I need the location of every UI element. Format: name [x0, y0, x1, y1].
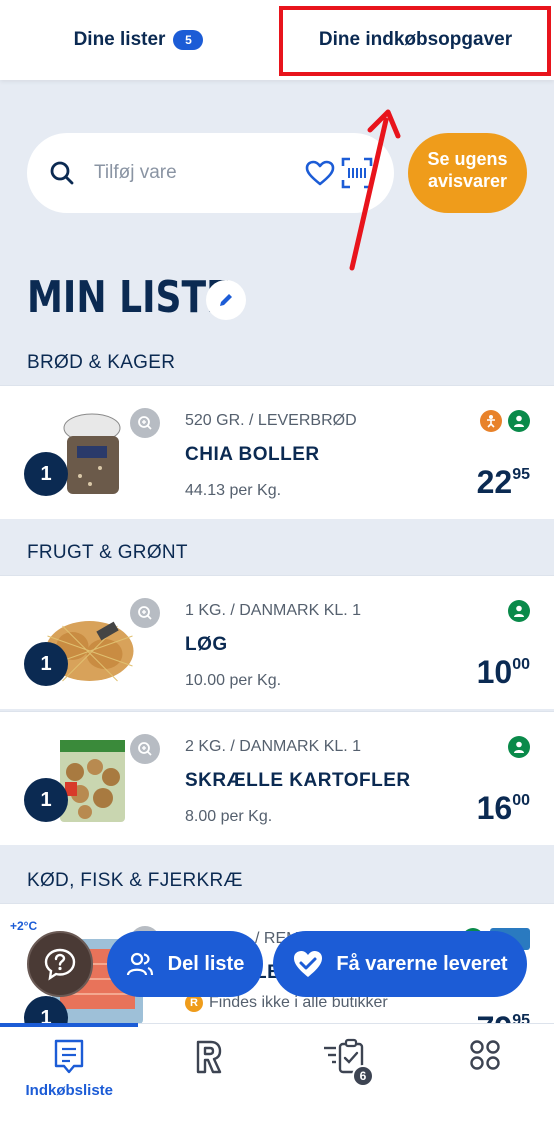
people-icon [126, 952, 153, 976]
zoom-in-icon [138, 416, 152, 430]
person-icon [508, 410, 530, 432]
zoom-in-icon [138, 606, 152, 620]
highlight-annotation-box [279, 6, 551, 76]
product-subtitle: 2 KG. / DANMARK KL. 1 [185, 738, 362, 755]
product-badges [480, 410, 530, 432]
list-item[interactable]: 1 2 KG. / DANMARK KL. 1 SKRÆLLE KARTOFLE… [0, 711, 554, 845]
zoom-button[interactable] [130, 408, 160, 438]
rema-logo-icon [196, 1040, 221, 1074]
price-main: 16 [476, 790, 513, 826]
product-unit-price: 8.00 per Kg. [185, 808, 273, 825]
help-button[interactable] [27, 931, 93, 997]
price-main: 10 [476, 654, 513, 690]
price-cents: 00 [512, 656, 530, 673]
bottom-navigation: Indkøbsliste 6 [0, 1023, 554, 1130]
person-icon [508, 736, 530, 758]
quantity-badge[interactable]: 1 [24, 778, 68, 822]
price-cents: 95 [512, 466, 530, 483]
nav-shopping-tasks[interactable] [277, 1024, 416, 1130]
zoom-button[interactable] [130, 734, 160, 764]
product-badges [508, 600, 530, 622]
product-name: SKRÆLLE KARTOFLER [185, 770, 411, 791]
quantity-badge[interactable]: 1 [24, 642, 68, 686]
page-title: MIN LISTE [27, 272, 231, 323]
edit-list-button[interactable] [206, 280, 246, 320]
category-header: BRØD & KAGER [27, 352, 176, 373]
heart-check-icon [294, 951, 323, 977]
product-unit-price: 10.00 per Kg. [185, 672, 282, 689]
search-placeholder: Tilføj vare [94, 162, 177, 183]
product-badges [508, 736, 530, 758]
product-unit-price: 44.13 per Kg. [185, 482, 282, 499]
nav-rema[interactable] [139, 1024, 278, 1130]
share-list-button[interactable]: Del liste [107, 931, 263, 997]
nav-more[interactable] [416, 1024, 554, 1130]
category-header: KØD, FISK & FJERKRÆ [27, 870, 243, 891]
arrow-annotation-icon [349, 109, 401, 271]
nav-shopping-list[interactable]: Indkøbsliste [0, 1024, 139, 1130]
pencil-icon [220, 294, 232, 306]
price-cents: 00 [512, 792, 530, 809]
product-price: 2295 [477, 466, 530, 498]
shopping-list-icon [55, 1039, 84, 1074]
weekly-offers-line2: avisvarer [427, 171, 508, 191]
product-subtitle: 1 KG. / DANMARK KL. 1 [185, 602, 362, 619]
weekly-offers-line1: Se ugens [427, 149, 508, 169]
zoom-in-icon [138, 742, 152, 756]
product-subtitle: 520 GR. / LEVERBRØD [185, 412, 357, 429]
quantity-badge[interactable]: 1 [24, 452, 68, 496]
zoom-button[interactable] [130, 598, 160, 628]
weekly-offers-button[interactable]: Se ugens avisvarer [408, 133, 527, 213]
product-price: 1000 [477, 656, 530, 688]
temperature-label: +2°C [10, 919, 38, 933]
search-input[interactable]: Tilføj vare [27, 133, 394, 213]
product-name: LØG [185, 634, 228, 655]
help-chat-icon [44, 948, 76, 981]
search-icon [50, 161, 74, 185]
person-icon [508, 600, 530, 622]
nav-shopping-list-label: Indkøbsliste [25, 1082, 114, 1099]
list-item[interactable]: 1 520 GR. / LEVERBRØD CHIA BOLLER 44.13 … [0, 385, 554, 519]
category-header: FRUGT & GRØNT [27, 542, 188, 563]
kid-icon [480, 410, 502, 432]
product-price: 1600 [477, 792, 530, 824]
delivery-button[interactable]: Få varerne leveret [273, 931, 527, 997]
tab-your-lists[interactable]: Dine lister 5 [0, 0, 277, 80]
heart-icon[interactable] [305, 160, 335, 186]
grid-menu-icon [470, 1040, 500, 1070]
price-main: 22 [476, 464, 513, 500]
share-list-label: Del liste [167, 952, 245, 975]
nav-active-indicator [0, 1023, 138, 1027]
delivery-label: Få varerne leveret [336, 952, 508, 975]
tasks-count-badge: 6 [352, 1065, 374, 1087]
lists-count-badge: 5 [173, 30, 204, 50]
tab-your-lists-label: Dine lister [73, 29, 166, 50]
product-name: CHIA BOLLER [185, 444, 320, 465]
list-item[interactable]: 1 1 KG. / DANMARK KL. 1 LØG 10.00 per Kg… [0, 575, 554, 709]
